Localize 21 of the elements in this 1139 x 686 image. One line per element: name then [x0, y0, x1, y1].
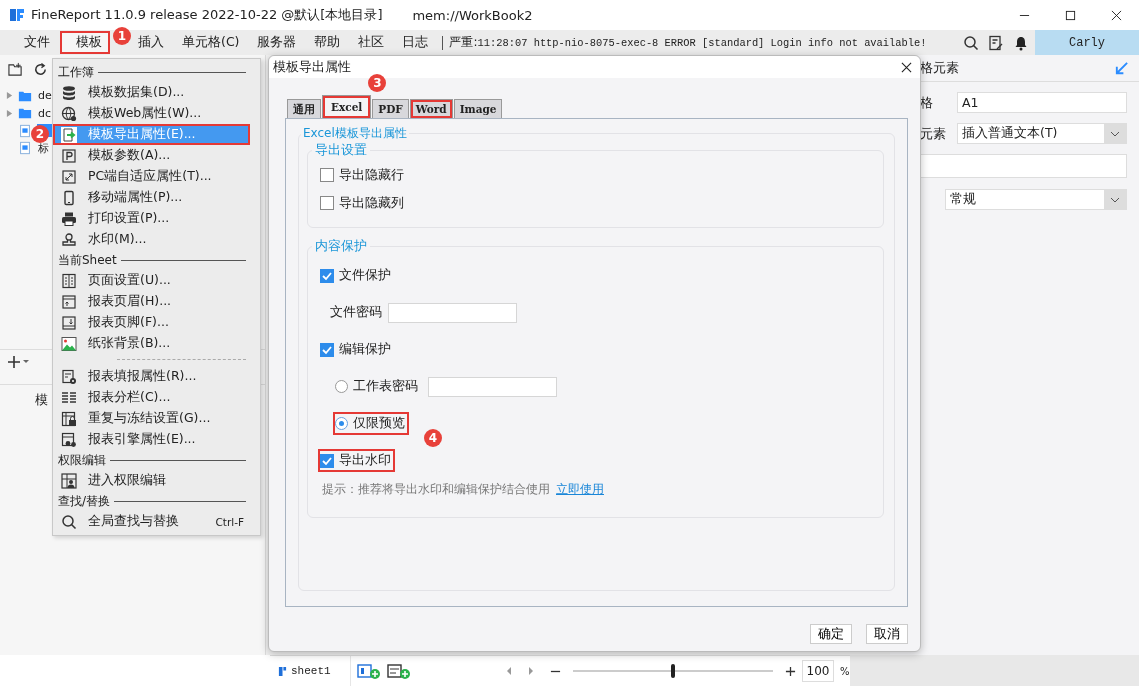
zoom-unit: % — [840, 665, 850, 677]
menu-section-title: 工作簿 — [58, 63, 94, 81]
property-label: 元素 — [920, 124, 947, 143]
group-title: 内容保护 — [314, 238, 368, 255]
log-level: 严重: — [449, 34, 478, 51]
callout-badge: 1 — [113, 27, 131, 45]
window-title: FineReport 11.0.9 release 2022-10-22 @默认[本地目录] — [31, 6, 383, 24]
field-label: 文件密码 — [330, 304, 382, 321]
callout-badge: 4 — [424, 429, 442, 447]
log-message: 11:28:07 http-nio-8075-exec-8 ERROR [standard] Login info not available! — [477, 36, 927, 49]
group-title: 导出设置 — [314, 142, 368, 159]
hint-text: 提示：推荐将导出水印和编辑保护结合使用 — [322, 480, 550, 498]
property-label: 格 — [920, 93, 934, 112]
callout-badge: 3 — [368, 74, 387, 92]
menu-section-title: 权限编辑 — [58, 451, 106, 469]
menu-section-title: 当前Sheet — [58, 251, 117, 269]
file-path: mem://WorkBook2 — [412, 7, 533, 23]
dialog-title: 模板导出属性 — [273, 58, 351, 76]
panel-title: 格元素 — [920, 59, 959, 77]
section-title: Excel模板导出属性 — [302, 125, 408, 142]
menu-section-title: 查找/替换 — [58, 492, 111, 510]
